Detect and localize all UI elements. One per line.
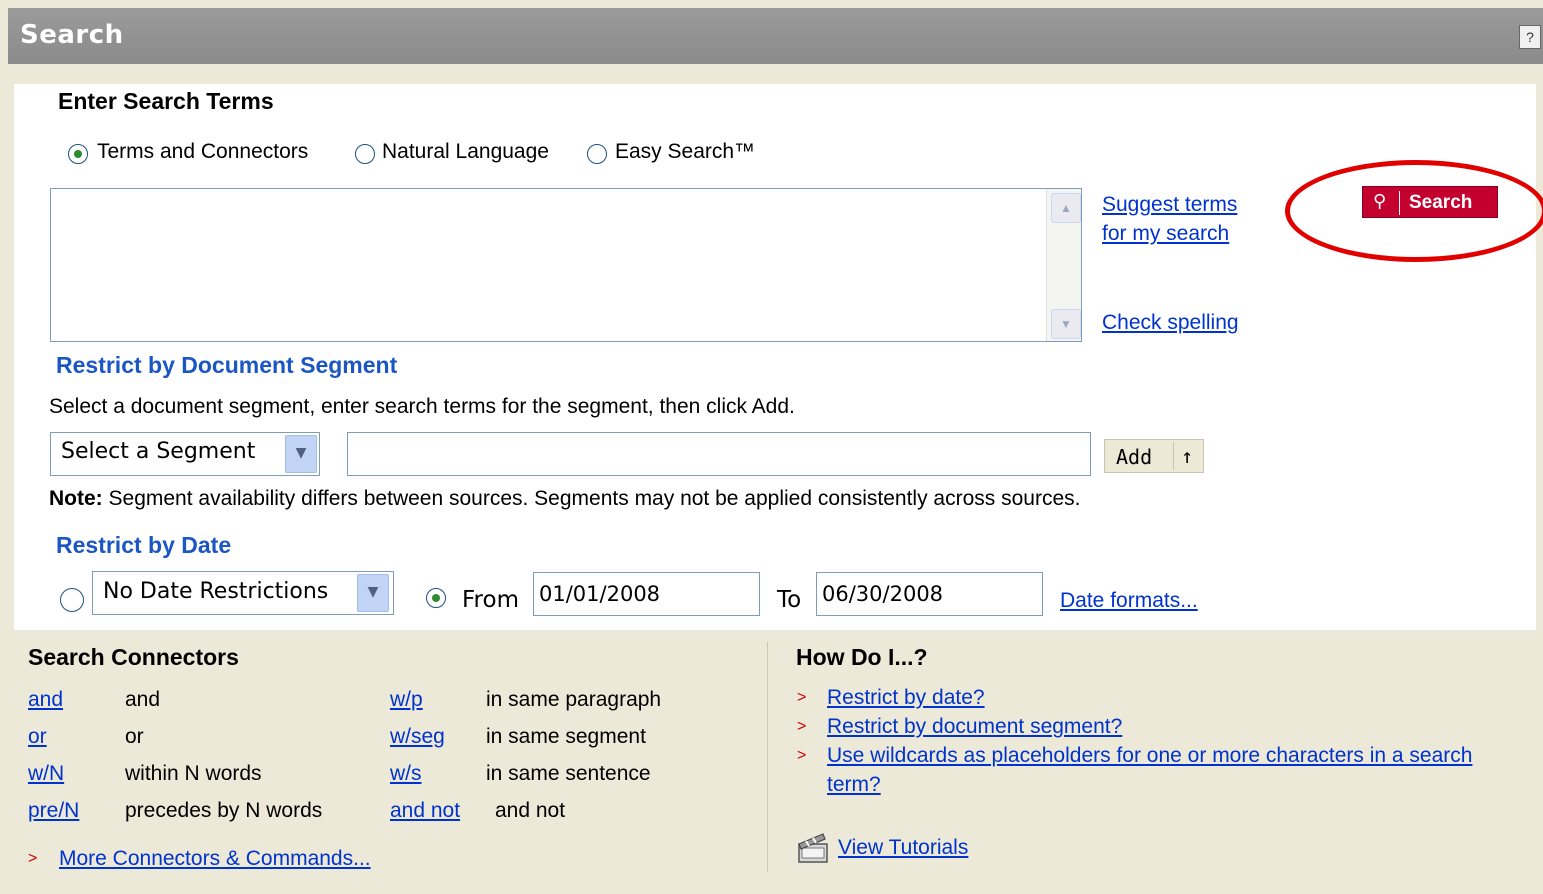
help-button[interactable]: ? xyxy=(1519,25,1541,49)
howto-restrict-segment-link[interactable]: Restrict by document segment? xyxy=(827,715,1122,739)
natural-language-label[interactable]: Natural Language xyxy=(382,140,549,164)
magnifier-icon: ⚲ xyxy=(1373,191,1387,211)
segment-terms-input[interactable] xyxy=(347,432,1091,476)
segment-note: Note: Segment availability differs betwe… xyxy=(49,487,1080,511)
date-formats-link[interactable]: Date formats... xyxy=(1060,589,1198,613)
chevron-down-icon[interactable]: ▼ xyxy=(285,435,317,473)
check-spelling-link[interactable]: Check spelling xyxy=(1102,311,1239,335)
segment-select-value: Select a Segment xyxy=(61,439,256,464)
textarea-scrollbar[interactable]: ▲ ▼ xyxy=(1046,189,1081,341)
segment-heading: Restrict by Document Segment xyxy=(56,352,398,378)
connector-desc-pren: precedes by N words xyxy=(125,799,323,822)
arrow-up-icon: ↑ xyxy=(1181,444,1194,468)
segment-instructions: Select a document segment, enter search … xyxy=(49,395,795,418)
connector-link-wseg[interactable]: w/seg xyxy=(390,725,445,749)
column-divider xyxy=(767,642,768,872)
search-connectors-heading: Search Connectors xyxy=(28,644,239,670)
suggest-terms-link[interactable]: Suggest terms xyxy=(1102,193,1237,217)
chevron-right-icon: > xyxy=(797,747,807,764)
connector-desc-or: or xyxy=(125,725,144,748)
enter-search-terms-heading: Enter Search Terms xyxy=(58,88,274,114)
date-heading: Restrict by Date xyxy=(56,532,232,558)
connector-link-and[interactable]: and xyxy=(28,688,63,712)
connector-link-wp[interactable]: w/p xyxy=(390,688,423,712)
to-date-input[interactable]: 06/30/2008 xyxy=(816,572,1043,616)
more-connectors-link[interactable]: More Connectors & Commands... xyxy=(59,847,371,871)
title-bar xyxy=(8,8,1543,64)
date-range-radio[interactable] xyxy=(426,588,446,608)
howto-wildcards-link-line2[interactable]: term? xyxy=(827,773,881,797)
date-preset-value: No Date Restrictions xyxy=(103,579,329,604)
note-text: Segment availability differs between sou… xyxy=(102,487,1081,510)
connector-desc-wn: within N words xyxy=(125,762,262,785)
scroll-up-icon[interactable]: ▲ xyxy=(1051,193,1081,223)
date-preset-select[interactable]: No Date Restrictions ▼ xyxy=(92,571,394,615)
chevron-down-icon[interactable]: ▼ xyxy=(357,574,389,612)
add-button-separator xyxy=(1173,442,1174,470)
clapperboard-icon xyxy=(798,833,828,863)
segment-select[interactable]: Select a Segment ▼ xyxy=(50,432,320,476)
note-label: Note: xyxy=(49,487,103,510)
connector-desc-ws: in same sentence xyxy=(486,762,651,785)
natural-language-radio[interactable] xyxy=(355,144,375,164)
chevron-right-icon: > xyxy=(28,850,38,867)
easy-search-label[interactable]: Easy Search™ xyxy=(615,140,755,164)
search-button[interactable]: ⚲ Search xyxy=(1362,186,1498,218)
chevron-right-icon: > xyxy=(797,718,807,735)
search-terms-textarea[interactable] xyxy=(50,188,1082,342)
connector-desc-wp: in same paragraph xyxy=(486,688,662,711)
to-label: To xyxy=(777,587,802,613)
connector-link-wn[interactable]: w/N xyxy=(28,762,64,786)
to-date-value: 06/30/2008 xyxy=(822,582,944,606)
howto-wildcards-link[interactable]: Use wildcards as placeholders for one or… xyxy=(827,744,1472,768)
date-preset-radio[interactable] xyxy=(60,588,84,612)
from-date-input[interactable]: 01/01/2008 xyxy=(533,572,760,616)
view-tutorials-link[interactable]: View Tutorials xyxy=(838,836,968,860)
howto-restrict-date-link[interactable]: Restrict by date? xyxy=(827,686,985,710)
chevron-right-icon: > xyxy=(797,689,807,706)
connector-link-andnot[interactable]: and not xyxy=(390,799,460,823)
suggest-terms-link-line2[interactable]: for my search xyxy=(1102,222,1229,246)
add-button-label: Add xyxy=(1116,445,1153,469)
connector-link-ws[interactable]: w/s xyxy=(390,762,422,786)
connector-desc-and: and xyxy=(125,688,161,711)
how-do-i-heading: How Do I...? xyxy=(796,644,928,670)
button-separator xyxy=(1399,191,1400,215)
scroll-down-icon[interactable]: ▼ xyxy=(1051,309,1081,339)
connector-link-pren[interactable]: pre/N xyxy=(28,799,79,823)
terms-connectors-label[interactable]: Terms and Connectors xyxy=(97,140,308,164)
connector-link-or[interactable]: or xyxy=(28,725,47,749)
from-label: From xyxy=(462,587,519,613)
page-title: Search xyxy=(20,20,124,50)
add-segment-button[interactable]: Add ↑ xyxy=(1104,439,1204,473)
terms-connectors-radio[interactable] xyxy=(68,144,88,164)
from-date-value: 01/01/2008 xyxy=(539,582,661,606)
connector-desc-andnot: and not xyxy=(495,799,566,822)
search-button-label: Search xyxy=(1409,192,1473,213)
easy-search-radio[interactable] xyxy=(587,144,607,164)
connector-desc-wseg: in same segment xyxy=(486,725,646,748)
